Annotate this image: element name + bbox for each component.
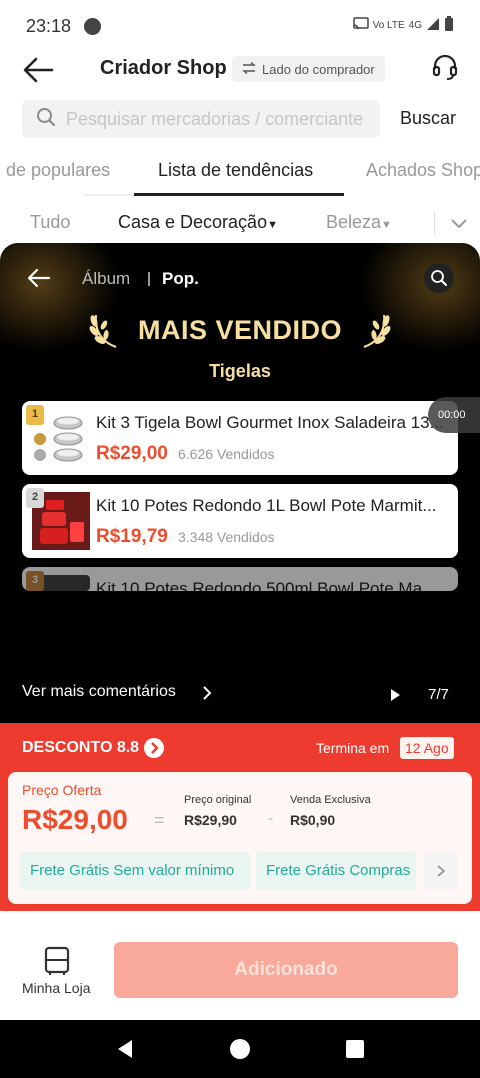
exclusive-sale-label: Venda Exclusiva (290, 794, 371, 806)
play-icon[interactable] (388, 688, 402, 702)
active-tab-indicator (134, 193, 344, 196)
my-store-label[interactable]: Minha Loja (22, 980, 91, 996)
tab-achados-shop[interactable]: Achados Shop (366, 160, 480, 181)
original-price: R$29,90 (184, 812, 237, 828)
nav-recent-icon[interactable] (346, 1040, 364, 1058)
equals-sign: = (154, 810, 165, 830)
album-separator (148, 272, 150, 286)
battery-icon (444, 16, 454, 35)
search-bar (22, 100, 380, 138)
product-sold-count: 3.348 Vendidos (178, 529, 275, 545)
album-label[interactable]: Álbum (82, 269, 130, 289)
discount-title[interactable]: DESCONTO 8.8 (22, 739, 139, 757)
category-filter: Tudo Casa e Decoração▼ Beleza▼ (0, 204, 480, 242)
video-timer-badge: 00:00 (428, 397, 480, 433)
dropdown-caret-icon: ▼ (381, 219, 392, 231)
store-icon[interactable] (44, 946, 70, 976)
rank-badge: 2 (26, 488, 44, 508)
added-button[interactable]: Adicionado (114, 942, 458, 998)
rank-badge: 1 (26, 405, 44, 425)
ends-in-label: Termina em (316, 740, 390, 756)
original-price-label: Preço original (184, 794, 252, 806)
network-label: Vo LTE (372, 20, 405, 31)
laurel-right-icon (358, 309, 394, 349)
nav-home-icon[interactable] (230, 1039, 250, 1059)
buyer-side-button[interactable]: Lado do comprador (232, 56, 385, 82)
exclusive-sale-price: R$0,90 (290, 812, 336, 828)
category-all[interactable]: Tudo (30, 212, 70, 233)
tab-populares[interactable]: de populares (6, 160, 110, 181)
product-sold-count: 6.626 Vendidos (178, 446, 275, 462)
category-beauty-label: Beleza (326, 212, 382, 232)
best-seller-album: Álbum Pop. MAIS VENDIDO Tigelas 1 Kit 3 … (0, 243, 480, 723)
album-title: MAIS VENDIDO (137, 315, 343, 345)
offer-price-label: Preço Oferta (22, 782, 102, 798)
category-divider (434, 212, 435, 234)
search-button[interactable]: Buscar (400, 108, 456, 129)
album-search-icon[interactable] (424, 263, 454, 293)
search-input[interactable] (66, 108, 380, 130)
headset-icon[interactable] (430, 52, 460, 82)
buyer-side-label: Lado do comprador (262, 61, 375, 77)
product-name: Kit 3 Tigela Bowl Gourmet Inox Saladeira… (96, 413, 444, 432)
product-name: Kit 10 Potes Redondo 1L Bowl Pote Marmit… (96, 496, 437, 515)
page-counter: 7/7 (428, 686, 449, 703)
dropdown-caret-icon: ▼ (267, 219, 278, 231)
free-shipping-chip[interactable]: Frete Grátis Compras (256, 852, 416, 890)
product-card[interactable]: 1 Kit 3 Tigela Bowl Gourmet Inox Saladei… (22, 401, 458, 475)
album-back-icon[interactable] (26, 265, 52, 291)
product-price: R$19,79 (96, 526, 168, 547)
discount-banner: DESCONTO 8.8 Termina em 12 Ago Preço Ofe… (0, 723, 480, 911)
minus-sign: - (268, 810, 274, 827)
system-nav-bar (0, 1020, 480, 1078)
offer-price-card: Preço Oferta R$29,00 = Preço original R$… (8, 772, 472, 904)
signal-icon (426, 17, 440, 34)
product-price: R$29,00 (96, 443, 168, 464)
top-header: Criador Shop Lado do comprador (0, 44, 480, 96)
category-beauty[interactable]: Beleza▼ (326, 212, 392, 233)
status-time: 23:18 (26, 16, 72, 36)
nav-back-icon[interactable] (114, 1038, 136, 1060)
notification-dot-icon (84, 18, 101, 35)
arrow-right-circle-icon[interactable] (144, 738, 164, 758)
product-card[interactable]: 3 Kit 10 Potes Redondo 500ml Bowl Pote M… (22, 567, 458, 591)
ends-date: 12 Ago (400, 737, 454, 759)
category-home-label: Casa e Decoração (118, 212, 268, 232)
tab-trending-list[interactable]: Lista de tendências (158, 160, 313, 181)
shop-title: Criador Shop (100, 57, 227, 79)
cast-icon (352, 17, 369, 34)
rank-badge: 3 (26, 571, 44, 591)
chips-more-icon[interactable] (424, 852, 458, 890)
expand-categories-icon[interactable] (448, 212, 470, 234)
category-home-decor[interactable]: Casa e Decoração▼ (118, 212, 278, 233)
bottom-action-bar: Minha Loja Adicionado (0, 918, 480, 1020)
signal-label: 4G (408, 20, 422, 31)
product-name: Kit 10 Potes Redondo 500ml Bowl Pote Ma.… (96, 579, 437, 591)
product-card[interactable]: 2 Kit 10 Potes Redondo 1L Bowl Pote Marm… (22, 484, 458, 558)
album-subtitle: Tigelas (209, 361, 271, 381)
tab-divider (84, 194, 134, 196)
pop-label[interactable]: Pop. (162, 269, 199, 289)
chevron-right-icon (200, 685, 214, 701)
back-arrow-icon[interactable] (20, 54, 56, 86)
offer-price: R$29,00 (22, 804, 128, 835)
free-shipping-chip[interactable]: Frete Grátis Sem valor mínimo (20, 852, 250, 890)
status-icons: Vo LTE 4G (352, 16, 454, 35)
swap-icon (242, 61, 256, 77)
search-icon (36, 107, 56, 132)
tab-bar: de populares Lista de tendências Achados… (0, 152, 480, 198)
more-comments-link[interactable]: Ver mais comentários (22, 683, 176, 701)
